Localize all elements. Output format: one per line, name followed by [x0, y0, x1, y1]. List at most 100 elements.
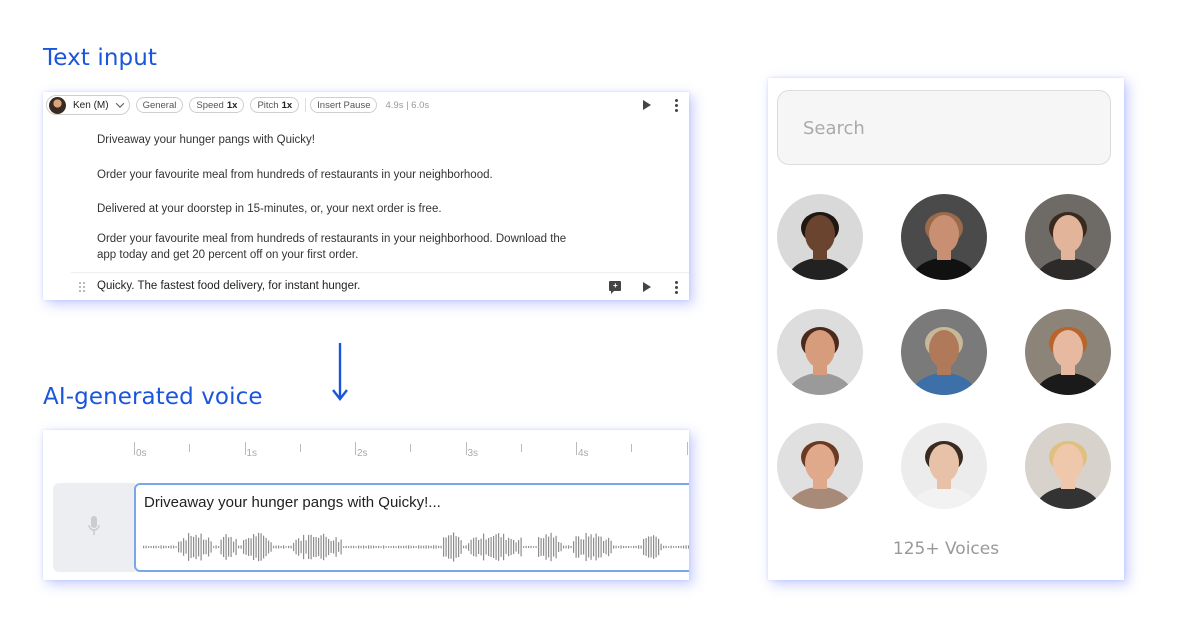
waveform-bar [430, 545, 432, 549]
general-label: General [142, 99, 177, 111]
waveform-bar [688, 545, 689, 549]
play-icon[interactable] [643, 100, 651, 110]
waveform-bar [448, 535, 450, 559]
speed-value: 1x [226, 99, 238, 111]
voice-avatar-8[interactable] [901, 423, 987, 509]
waveform-bar [370, 545, 372, 549]
active-row-text[interactable]: Quicky. The fastest food delivery, for i… [97, 280, 360, 292]
waveform-bar [450, 535, 452, 559]
waveform-bar [348, 546, 350, 548]
waveform-bar [443, 537, 445, 557]
voice-avatar-3[interactable] [1025, 194, 1111, 280]
waveform-bar [553, 537, 555, 557]
audio-clip[interactable]: Driveaway your hunger pangs with Quicky!… [134, 483, 689, 572]
waveform-bar [510, 538, 512, 556]
waveform-bar [170, 545, 172, 549]
waveform-bar [413, 545, 415, 549]
voice-avatar-2[interactable] [901, 194, 987, 280]
clip-title: Driveaway your hunger pangs with Quicky!… [144, 494, 441, 511]
waveform-bar [543, 538, 545, 556]
drag-handle-icon[interactable] [78, 281, 86, 293]
waveform-bar [345, 545, 347, 549]
waveform-bar [355, 546, 357, 548]
waveform-bar [680, 545, 682, 549]
ruler-tick [686, 442, 688, 455]
pitch-chip[interactable]: Pitch 1x [250, 97, 300, 113]
waveform-bar [558, 541, 560, 553]
waveform-bar [208, 537, 210, 557]
waveform-bar [548, 536, 550, 558]
waveform-bar [385, 546, 387, 548]
waveform-bar [380, 546, 382, 548]
waveform-bar [565, 545, 567, 549]
waveform-bar [528, 546, 530, 548]
waveform-bar [620, 545, 622, 549]
speed-chip[interactable]: Speed 1x [189, 97, 245, 113]
waveform-bar [540, 538, 542, 556]
waveform-bar [318, 537, 320, 557]
ruler-tick-label: 0s [136, 448, 147, 459]
general-chip[interactable]: General [135, 97, 184, 113]
waveform-bar [383, 545, 385, 549]
time-ruler: 0s 1s 2s 3s 4s [43, 442, 689, 466]
waveform-bar [678, 545, 680, 549]
waveform-bar [473, 537, 475, 557]
active-text-row[interactable]: Quicky. The fastest food delivery, for i… [71, 272, 689, 300]
waveform-bar [145, 545, 147, 549]
paragraph-2[interactable]: Order your favourite meal from hundreds … [97, 167, 587, 183]
waveform-bar [530, 545, 532, 549]
waveform-bar [315, 536, 317, 558]
waveform-bar [265, 537, 267, 557]
waveform-bar [615, 545, 617, 549]
waveform-bar [225, 534, 227, 560]
voice-avatar-4[interactable] [777, 309, 863, 395]
voice-avatar-1[interactable] [777, 194, 863, 280]
waveform-bar [665, 545, 667, 549]
voice-avatar-5[interactable] [901, 309, 987, 395]
waveform-bar [550, 532, 552, 562]
waveform-bar [373, 545, 375, 549]
search-placeholder: Search [803, 118, 865, 139]
waveform-bar [405, 545, 407, 549]
comment-icon[interactable]: + [609, 281, 621, 294]
waveform-bar [285, 546, 287, 548]
ai-voice-heading: AI-generated voice [43, 384, 263, 410]
waveform-bar [328, 538, 330, 556]
more-options-icon[interactable] [675, 99, 678, 112]
voice-avatar-6[interactable] [1025, 309, 1111, 395]
waveform-bar [498, 533, 500, 561]
paragraph-3[interactable]: Delivered at your doorstep in 15-minutes… [97, 201, 587, 217]
waveform-bar [330, 541, 332, 553]
waveform-bar [535, 546, 537, 548]
search-input[interactable]: Search [777, 90, 1111, 165]
waveform-bar [213, 546, 215, 548]
voice-selector[interactable]: Ken (M) [46, 95, 130, 115]
waveform-bar [618, 546, 620, 548]
waveform-bar [513, 539, 515, 555]
waveform-bar [488, 537, 490, 557]
voice-library-panel: Search 125+ Voices [768, 78, 1124, 580]
waveform-bar [668, 546, 670, 548]
waveform-bar [500, 537, 502, 557]
row-play-icon[interactable] [643, 282, 651, 292]
waveform-bar [583, 539, 585, 555]
waveform-bar [640, 545, 642, 549]
waveform-bar [268, 540, 270, 554]
waveform-bar [630, 546, 632, 548]
paragraph-4[interactable]: Order your favourite meal from hundreds … [97, 231, 587, 263]
waveform-bar [588, 536, 590, 558]
waveform-bar [403, 545, 405, 549]
insert-pause-chip[interactable]: Insert Pause [310, 97, 378, 113]
voice-avatar-7[interactable] [777, 423, 863, 509]
voice-timeline-panel: 0s 1s 2s 3s 4s Driveaway your hunger pangs w… [43, 430, 689, 580]
waveform-bar [305, 540, 307, 554]
ruler-tick [576, 442, 577, 455]
paragraph-1[interactable]: Driveaway your hunger pangs with Quicky! [97, 132, 587, 148]
row-more-options-icon[interactable] [675, 281, 678, 294]
waveform-bar [333, 540, 335, 554]
waveform-bar [190, 535, 192, 559]
ruler-tick [134, 442, 135, 455]
voice-avatar-9[interactable] [1025, 423, 1111, 509]
waveform-bar [435, 545, 437, 549]
waveform-bar [675, 546, 677, 548]
